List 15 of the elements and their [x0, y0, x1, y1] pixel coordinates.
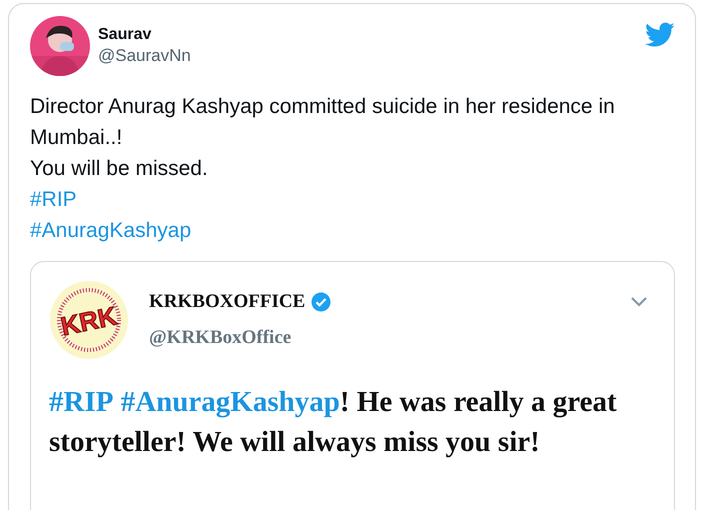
- hashtag-link[interactable]: #RIP: [30, 184, 77, 215]
- tweet-text: Director Anurag Kashyap committed suicide in her residence in Mumbai..!: [30, 94, 616, 151]
- quoted-author-name: KRKBOXOFFICE: [149, 291, 306, 313]
- quoted-tweet-text: #RIP #AnuragKashyap! He was really a great storyteller! We will always miss you sir!: [49, 385, 618, 460]
- chevron-down-icon: [630, 296, 648, 308]
- hashtag-link[interactable]: #AnuragKashyap: [30, 215, 192, 246]
- krk-logo: KRK: [49, 280, 129, 360]
- hashtag-link[interactable]: #AnuragKashyap: [120, 386, 340, 418]
- tweet-text: You will be missed.: [30, 156, 208, 182]
- hashtag-link[interactable]: #RIP: [49, 386, 114, 418]
- bird-icon[interactable]: [645, 22, 675, 48]
- quoted-author-handle: @KRKBoxOffice: [149, 327, 292, 349]
- author-name[interactable]: Saurav: [98, 26, 637, 44]
- author-handle[interactable]: @SauravNn: [98, 46, 637, 66]
- quoted-image[interactable]: KRK KRKBOXOFFICE @KRKBoxOffice #RIP #AnuragKashyap! He was really a great storyteller! We will always miss you sir!: [30, 261, 675, 510]
